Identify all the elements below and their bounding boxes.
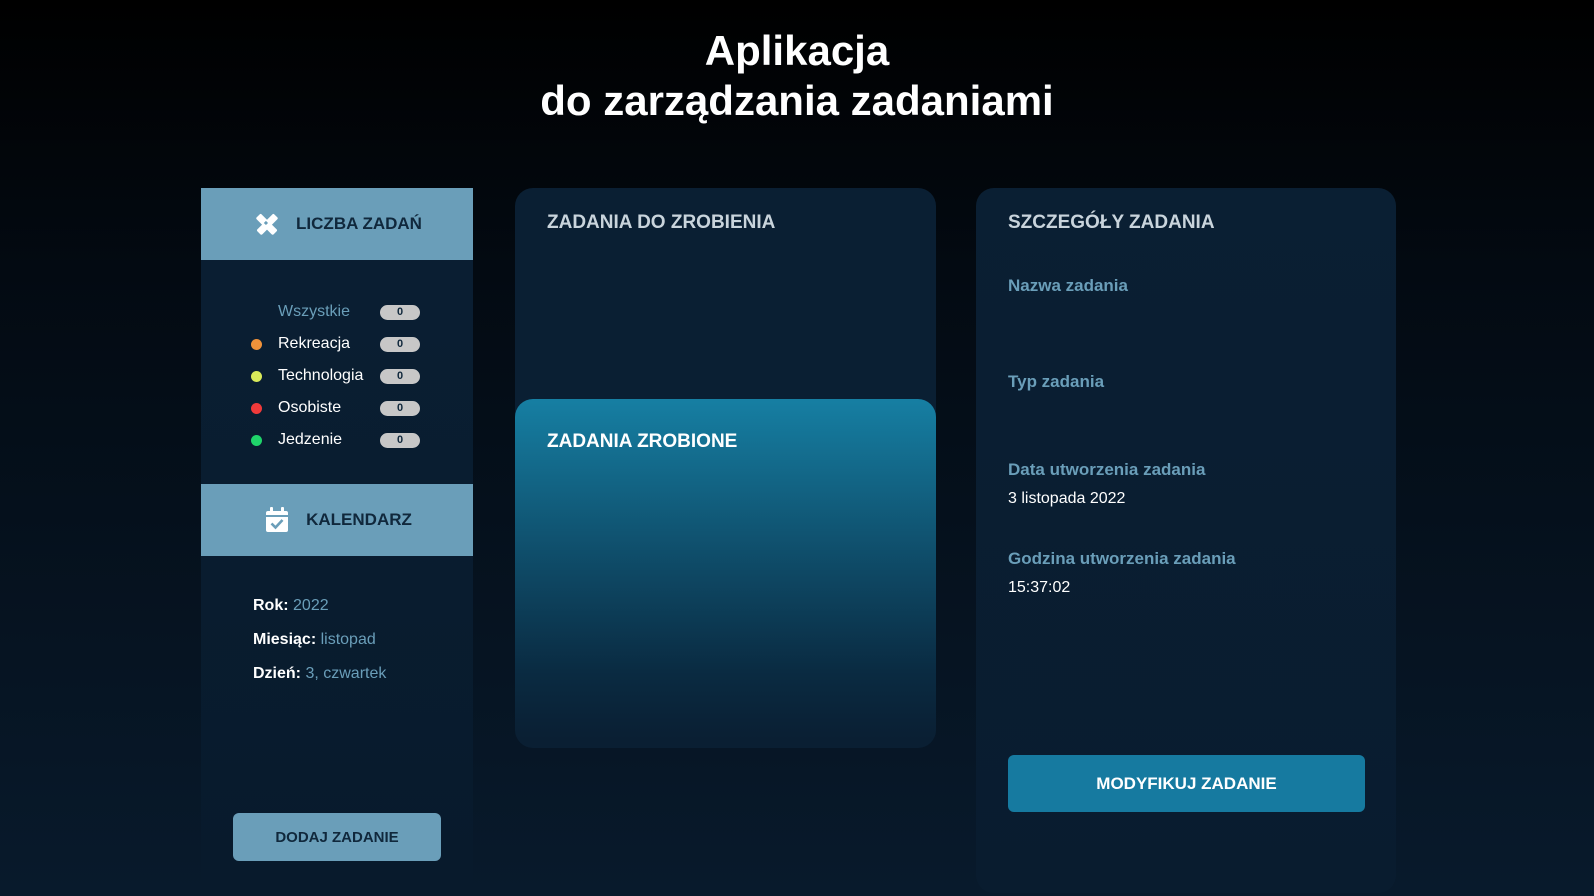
calendar-year-label: Rok: [253,597,289,614]
task-count-header-label: LICZBA ZADAŃ [296,214,422,233]
done-tasks-panel: ZADANIA ZROBIONE [515,399,936,739]
task-count-header: LICZBA ZADAŃ [201,188,473,260]
category-label: Jedzenie [278,431,343,448]
task-date-label: Data utworzenia zadania [1008,460,1206,479]
task-time-value: 15:37:02 [1008,579,1071,596]
category-count-badge: 0 [380,400,420,416]
category-dot [251,370,262,382]
category-label: Technologia [278,367,364,384]
calendar-day: Dzień: 3, czwartek [253,662,473,696]
category-row-personal[interactable]: Osobiste 0 [251,392,473,424]
app-title: Aplikacja do zarządzania zadaniami [0,26,1594,126]
sidebar: LICZBA ZADAŃ Wszystkie 0 Rekreacja 0 Tec… [201,188,473,893]
category-row-technology[interactable]: Technologia 0 [251,360,473,392]
task-date-field: Data utworzenia zadania 3 listopada 2022 [1008,460,1205,508]
done-tasks-title: ZADANIA ZROBIONE [547,431,738,452]
category-count-list: Wszystkie 0 Rekreacja 0 Technologia 0 Os… [201,260,473,484]
calendar-month: Miesiąc: listopad [253,628,473,662]
calendar-year-value: 2022 [293,597,329,614]
category-row-food[interactable]: Jedzenie 0 [251,424,473,456]
modify-task-button[interactable]: MODYFIKUJ ZADANIE [1008,755,1365,812]
category-count-badge: 0 [380,336,420,352]
calendar-day-label: Dzień: [253,665,301,682]
calendar-info: Rok: 2022 Miesiąc: listopad Dzień: 3, cz… [201,556,473,696]
task-time-field: Godzina utworzenia zadania 15:37:02 [1008,549,1236,597]
category-label: Osobiste [278,399,342,416]
todo-tasks-title: ZADANIA DO ZROBIENIA [547,212,776,233]
calendar-header: KALENDARZ [201,484,473,556]
task-type-label: Typ zadania [1008,372,1105,391]
category-label: Wszystkie [278,303,350,320]
add-task-button[interactable]: DODAJ ZADANIE [233,813,441,861]
category-label: Rekreacja [278,335,351,352]
task-date-value: 3 listopada 2022 [1008,490,1126,507]
category-row-all[interactable]: Wszystkie 0 [251,296,473,328]
task-type-field: Typ zadania [1008,372,1104,402]
task-time-label: Godzina utworzenia zadania [1008,549,1236,568]
category-dot [251,402,262,414]
task-details-panel: SZCZEGÓŁY ZADANIA Nazwa zadania Typ zada… [976,188,1396,893]
pencil-ruler-icon [252,209,282,239]
calendar-day-value: 3, czwartek [305,665,387,682]
task-details-title: SZCZEGÓŁY ZADANIA [1008,212,1215,233]
category-count-badge: 0 [380,432,420,448]
calendar-year: Rok: 2022 [253,594,473,628]
category-count-badge: 0 [380,368,420,384]
category-dot [251,434,262,446]
app-title-line-2: do zarządzania zadaniami [540,77,1054,124]
calendar-month-value: listopad [320,631,376,648]
calendar-header-label: KALENDARZ [306,510,412,529]
category-row-recreation[interactable]: Rekreacja 0 [251,328,473,360]
task-name-field: Nazwa zadania [1008,276,1128,306]
calendar-check-icon [262,505,292,535]
task-name-label: Nazwa zadania [1008,276,1128,295]
category-dot [251,338,262,350]
app-title-line-1: Aplikacja [704,27,890,74]
category-dot [251,307,262,318]
calendar-month-label: Miesiąc: [253,631,317,648]
category-count-badge: 0 [380,304,420,320]
